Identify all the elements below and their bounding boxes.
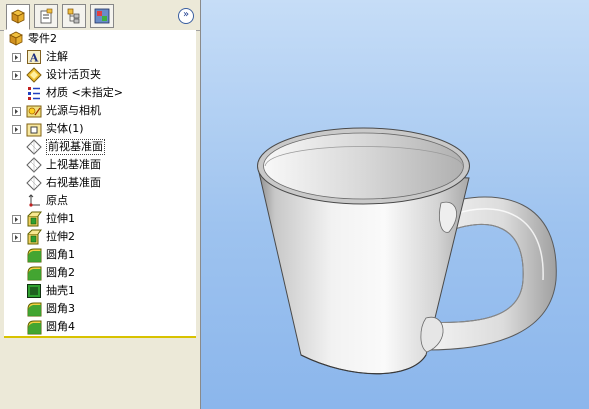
feature-manager-tabbar: » [0, 0, 200, 31]
tree-item-extrude1[interactable]: 拉伸1 [4, 210, 196, 228]
part-icon [9, 31, 23, 46]
mug-3d-model[interactable] [201, 0, 589, 409]
tree-item-label: 圆角4 [46, 320, 75, 333]
plane-icon [26, 157, 42, 173]
extrude-icon [27, 229, 42, 245]
tree-item-label: 拉伸1 [46, 212, 75, 225]
expand-icon[interactable] [12, 124, 21, 134]
tree-item-label: 圆角1 [46, 248, 75, 261]
fillet-icon [27, 248, 42, 263]
expand-icon[interactable] [12, 106, 21, 116]
expand-icon[interactable] [12, 214, 21, 224]
tree-root[interactable]: 零件2 [4, 30, 196, 48]
tree-item-lights-cameras[interactable]: 光源与相机 [4, 102, 196, 120]
tree-item-annotations[interactable]: A 注解 [4, 48, 196, 66]
tree-item-label: 光源与相机 [46, 104, 101, 117]
plane-icon [26, 175, 42, 191]
tree-item-extrude2[interactable]: 拉伸2 [4, 228, 196, 246]
tree-item-label: 材质 <未指定> [46, 86, 123, 99]
expand-panel-icon[interactable]: » [178, 8, 194, 24]
tree-item-fillet1[interactable]: 圆角1 [4, 246, 196, 264]
tree-item-label: 抽壳1 [46, 284, 75, 297]
fillet-icon [27, 320, 42, 335]
expand-icon[interactable] [12, 232, 21, 242]
tree-item-fillet4[interactable]: 圆角4 [4, 318, 196, 336]
tree-item-solid-bodies[interactable]: 实体(1) [4, 120, 196, 138]
expand-icon[interactable] [12, 52, 21, 62]
origin-icon [28, 194, 40, 207]
tree-item-design-binder[interactable]: 设计活页夹 [4, 66, 196, 84]
dimxpert-tab[interactable] [90, 4, 114, 28]
extrude-icon [27, 211, 42, 227]
tree-item-label: 实体(1) [46, 122, 84, 135]
tree-item-fillet2[interactable]: 圆角2 [4, 264, 196, 282]
tree-item-front-plane[interactable]: 前视基准面 [4, 138, 196, 156]
tree-item-right-plane[interactable]: 右视基准面 [4, 174, 196, 192]
tree-item-label: 右视基准面 [46, 176, 101, 189]
tree-item-label: 圆角2 [46, 266, 75, 279]
material-icon [28, 87, 40, 100]
featuremanager-tab-icon [11, 9, 25, 24]
tree-item-label: 拉伸2 [46, 230, 75, 243]
plane-icon [26, 139, 42, 155]
lights-cameras-icon [26, 105, 42, 118]
expand-icon[interactable] [12, 70, 21, 80]
tree-item-top-plane[interactable]: 上视基准面 [4, 156, 196, 174]
graphics-viewport[interactable] [201, 0, 589, 409]
shell-icon [27, 284, 41, 298]
configurationmanager-tab[interactable] [62, 4, 86, 28]
configurationmanager-tab-icon [67, 8, 80, 24]
feature-tree: 零件2 A 注解 设计活页夹 材质 <未指定> 光源与相机 实体(1) 前视基准… [4, 30, 196, 338]
svg-text:A: A [29, 52, 39, 65]
tree-item-label: 圆角3 [46, 302, 75, 315]
feature-manager-panel: » 零件2 A 注解 设计活页夹 材质 <未指定> 光源与相机 实体(1) 前视… [0, 0, 201, 409]
tree-item-material[interactable]: 材质 <未指定> [4, 84, 196, 102]
solid-bodies-icon [26, 123, 42, 137]
tree-root-label: 零件2 [28, 32, 57, 45]
tree-item-label: 注解 [46, 50, 68, 63]
tree-item-shell1[interactable]: 抽壳1 [4, 282, 196, 300]
tree-item-origin[interactable]: 原点 [4, 192, 196, 210]
design-binder-icon [26, 67, 42, 83]
propertymanager-tab-icon [40, 8, 53, 24]
fillet-icon [27, 302, 42, 317]
tree-item-label: 上视基准面 [46, 158, 101, 171]
tree-item-fillet3[interactable]: 圆角3 [4, 300, 196, 318]
tree-item-label: 设计活页夹 [46, 68, 101, 81]
annotations-icon: A [27, 50, 41, 65]
fillet-icon [27, 266, 42, 281]
dimxpert-tab-icon [94, 8, 110, 24]
featuremanager-tab[interactable] [6, 4, 30, 30]
tree-item-label: 原点 [46, 194, 68, 207]
tree-item-label: 前视基准面 [46, 139, 105, 155]
propertymanager-tab[interactable] [34, 4, 58, 28]
